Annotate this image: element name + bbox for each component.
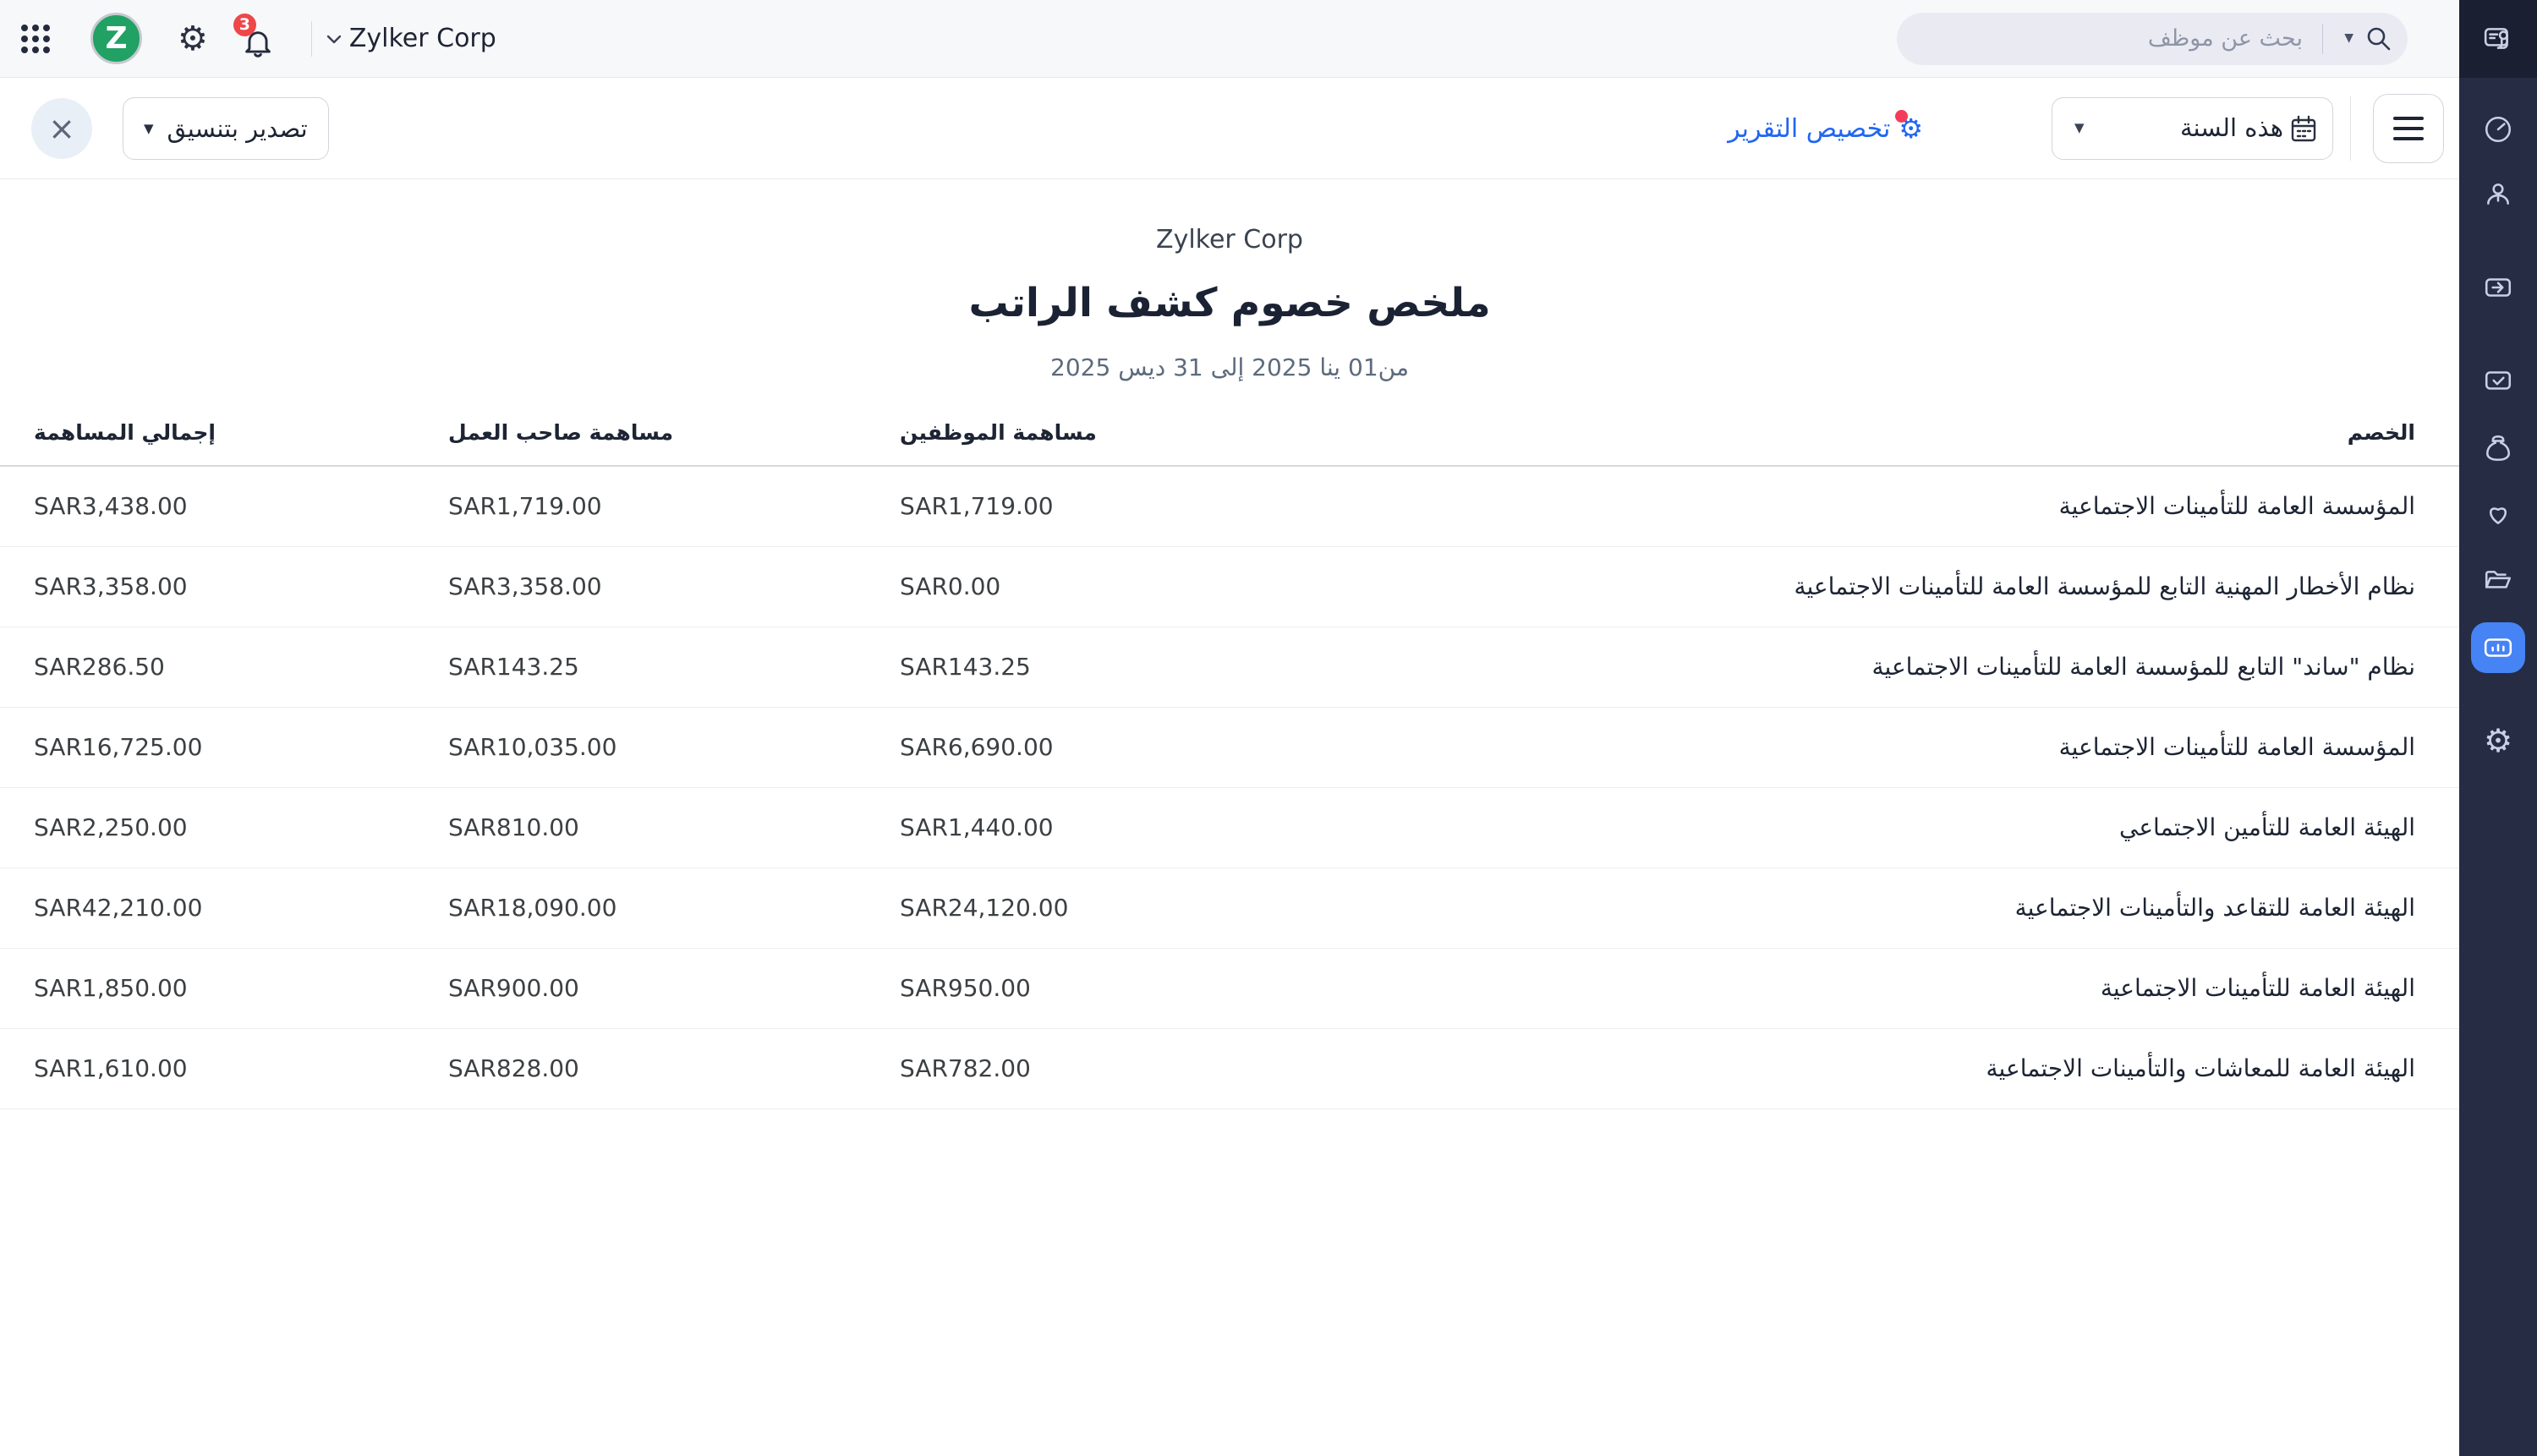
close-icon: × bbox=[48, 110, 75, 147]
table-row: SAR286.50 SAR143.25 SAR143.25 نظام "ساند… bbox=[0, 627, 2459, 707]
employer-cell: SAR10,035.00 bbox=[448, 707, 900, 787]
employer-cell: SAR3,358.00 bbox=[448, 546, 900, 627]
employer-cell: SAR828.00 bbox=[448, 1028, 900, 1108]
notifications-bell[interactable]: 3 bbox=[238, 19, 276, 59]
header-employer-contribution: مساهمة صاحب العمل bbox=[448, 420, 900, 466]
employer-cell: SAR1,719.00 bbox=[448, 466, 900, 546]
header-deduction: الخصم bbox=[1407, 420, 2459, 466]
report-title: ملخص خصوم كشف الراتب bbox=[0, 280, 2459, 326]
menu-button[interactable] bbox=[2373, 94, 2444, 163]
employee-cell: SAR0.00 bbox=[900, 546, 1407, 627]
org-switcher[interactable]: Zylker Corp bbox=[326, 24, 496, 53]
table-header-row: إجمالي المساهمة مساهمة صاحب العمل مساهمة… bbox=[0, 420, 2459, 466]
employer-cell: SAR18,090.00 bbox=[448, 868, 900, 948]
deductions-table: إجمالي المساهمة مساهمة صاحب العمل مساهمة… bbox=[0, 420, 2459, 1109]
org-name: Zylker Corp bbox=[349, 24, 496, 53]
employer-cell: SAR900.00 bbox=[448, 948, 900, 1028]
app-sidebar: ⚙ bbox=[2459, 0, 2537, 1456]
payrun-icon[interactable] bbox=[2482, 271, 2514, 304]
calendar-icon bbox=[2290, 115, 2317, 147]
period-dropdown[interactable]: هذه السنة ▼ bbox=[2052, 97, 2333, 160]
benefits-icon[interactable] bbox=[2482, 497, 2514, 529]
toolbar-right: ⚙ تخصيص التقرير هذه السنة ▼ bbox=[1728, 78, 2459, 179]
report-toolbar: × تصدير بتنسيق ▼ ⚙ تخصيص التقرير هذه الس… bbox=[0, 78, 2459, 179]
divider bbox=[2350, 96, 2351, 161]
notification-badge: 3 bbox=[233, 14, 256, 36]
caret-down-icon: ▼ bbox=[144, 121, 154, 136]
employee-cell: SAR6,690.00 bbox=[900, 707, 1407, 787]
clock-icon[interactable] bbox=[2482, 113, 2514, 145]
caret-down-icon: ▼ bbox=[2074, 120, 2085, 135]
report-header: Zylker Corp ملخص خصوم كشف الراتب من01 ين… bbox=[0, 179, 2459, 381]
report-date-range: من01 ينا 2025 إلى 31 ديس 2025 bbox=[0, 353, 2459, 381]
customize-label: تخصيص التقرير bbox=[1728, 114, 1890, 144]
reports-icon[interactable] bbox=[2471, 622, 2525, 673]
table-row: SAR2,250.00 SAR810.00 SAR1,440.00 الهيئة… bbox=[0, 787, 2459, 868]
customize-report-link[interactable]: ⚙ تخصيص التقرير bbox=[1728, 114, 1923, 144]
app-grid-icon[interactable] bbox=[21, 25, 50, 53]
table-row: SAR3,358.00 SAR3,358.00 SAR0.00 نظام الأ… bbox=[0, 546, 2459, 627]
employer-cell: SAR143.25 bbox=[448, 627, 900, 707]
table-row: SAR1,850.00 SAR900.00 SAR950.00 الهيئة ا… bbox=[0, 948, 2459, 1028]
deduction-name-cell: نظام الأخطار المهنية التابع للمؤسسة العا… bbox=[1407, 546, 2459, 627]
total-cell: SAR16,725.00 bbox=[0, 707, 448, 787]
deduction-name-cell: الهيئة العامة للتقاعد والتأمينات الاجتما… bbox=[1407, 868, 2459, 948]
customize-gear-icon: ⚙ bbox=[1899, 115, 1923, 142]
employer-cell: SAR810.00 bbox=[448, 787, 900, 868]
search-icon[interactable] bbox=[2365, 25, 2392, 56]
total-cell: SAR3,358.00 bbox=[0, 546, 448, 627]
deduction-name-cell: الهيئة العامة للمعاشات والتأمينات الاجتم… bbox=[1407, 1028, 2459, 1108]
total-cell: SAR42,210.00 bbox=[0, 868, 448, 948]
deduction-name-cell: الهيئة العامة للتأمينات الاجتماعية bbox=[1407, 948, 2459, 1028]
employee-cell: SAR143.25 bbox=[900, 627, 1407, 707]
hamburger-icon bbox=[2393, 117, 2424, 120]
divider bbox=[2322, 24, 2323, 54]
employee-cell: SAR1,440.00 bbox=[900, 787, 1407, 868]
employee-cell: SAR782.00 bbox=[900, 1028, 1407, 1108]
total-cell: SAR286.50 bbox=[0, 627, 448, 707]
close-button[interactable]: × bbox=[31, 98, 92, 159]
header-total-contribution: إجمالي المساهمة bbox=[0, 420, 448, 466]
search-placeholder: بحث عن موظف bbox=[2148, 25, 2303, 52]
total-cell: SAR1,610.00 bbox=[0, 1028, 448, 1108]
table-row: SAR3,438.00 SAR1,719.00 SAR1,719.00 المؤ… bbox=[0, 466, 2459, 546]
table-row: SAR16,725.00 SAR10,035.00 SAR6,690.00 ال… bbox=[0, 707, 2459, 787]
deduction-name-cell: المؤسسة العامة للتأمينات الاجتماعية bbox=[1407, 466, 2459, 546]
employee-cell: SAR950.00 bbox=[900, 948, 1407, 1028]
settings-icon[interactable]: ⚙ bbox=[2482, 725, 2514, 757]
divider bbox=[311, 21, 312, 57]
header-employee-contribution: مساهمة الموظفين bbox=[900, 420, 1407, 466]
total-cell: SAR1,850.00 bbox=[0, 948, 448, 1028]
table-row: SAR1,610.00 SAR828.00 SAR782.00 الهيئة ا… bbox=[0, 1028, 2459, 1108]
chevron-down-icon bbox=[326, 33, 342, 45]
table-row: SAR42,210.00 SAR18,090.00 SAR24,120.00 ا… bbox=[0, 868, 2459, 948]
employee-icon[interactable] bbox=[2482, 178, 2514, 211]
employee-cell: SAR1,719.00 bbox=[900, 466, 1407, 546]
period-value: هذه السنة bbox=[2180, 113, 2283, 142]
employee-cell: SAR24,120.00 bbox=[900, 868, 1407, 948]
search-scope-caret-icon[interactable]: ▼ bbox=[2344, 31, 2353, 45]
payslip-icon bbox=[2482, 23, 2514, 55]
deduction-name-cell: الهيئة العامة للتأمين الاجتماعي bbox=[1407, 787, 2459, 868]
total-cell: SAR3,438.00 bbox=[0, 466, 448, 546]
sidebar-item-payslips[interactable] bbox=[2459, 0, 2537, 78]
loans-icon[interactable] bbox=[2482, 432, 2514, 464]
export-label: تصدير بتنسيق bbox=[167, 114, 308, 143]
topbar: Z ⚙ 3 Zylker Corp بحث عن موظف ▼ bbox=[0, 0, 2459, 78]
red-dot-badge bbox=[1895, 110, 1908, 123]
total-cell: SAR2,250.00 bbox=[0, 787, 448, 868]
zoho-logo[interactable]: Z bbox=[90, 13, 142, 64]
documents-icon[interactable] bbox=[2482, 565, 2514, 597]
main-area: Z ⚙ 3 Zylker Corp بحث عن موظف ▼ × تصدير … bbox=[0, 0, 2459, 1109]
export-button[interactable]: تصدير بتنسيق ▼ bbox=[123, 97, 329, 160]
gear-icon[interactable]: ⚙ bbox=[178, 22, 208, 56]
deduction-name-cell: المؤسسة العامة للتأمينات الاجتماعية bbox=[1407, 707, 2459, 787]
deduction-name-cell: نظام "ساند" التابع للمؤسسة العامة للتأمي… bbox=[1407, 627, 2459, 707]
search-input[interactable]: بحث عن موظف ▼ bbox=[1897, 13, 2408, 65]
report-company: Zylker Corp bbox=[0, 225, 2459, 255]
approvals-icon[interactable] bbox=[2482, 364, 2514, 397]
